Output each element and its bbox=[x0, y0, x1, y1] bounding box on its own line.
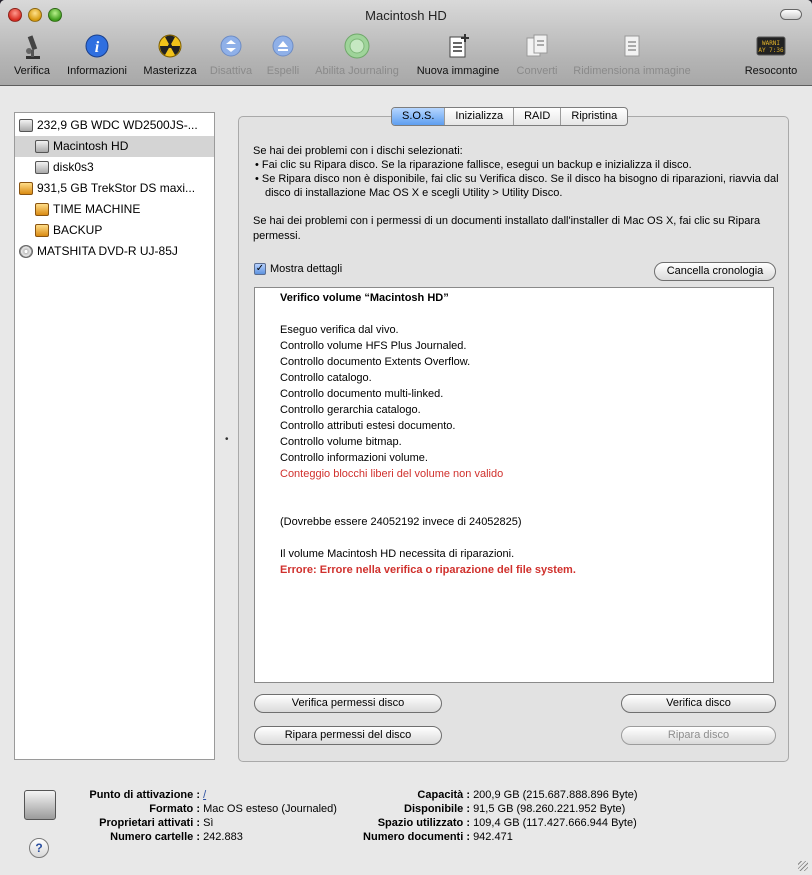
toolbar-disattiva-button[interactable]: Disattiva bbox=[206, 30, 256, 82]
disk-utility-window: Macintosh HD Verifica i Informazioni Mas… bbox=[0, 0, 812, 875]
toolbar-masterizza-button[interactable]: Masterizza bbox=[136, 30, 204, 82]
sidebar-item-backup[interactable]: BACKUP bbox=[15, 220, 214, 241]
unmount-icon bbox=[216, 32, 246, 60]
log-line: Controllo volume HFS Plus Journaled. bbox=[280, 340, 467, 352]
permissions-instructions: Se hai dei problemi con i permessi di un… bbox=[253, 215, 761, 242]
optical-drive-icon bbox=[19, 245, 33, 258]
split-view-handle[interactable]: • bbox=[225, 434, 229, 445]
instructions-bullet-repair: • Fai clic su Ripara disco. Se la ripara… bbox=[255, 159, 692, 171]
log-line: Controllo informazioni volume. bbox=[280, 452, 428, 464]
sidebar-item-macintosh-hd[interactable]: Macintosh HD bbox=[15, 136, 214, 157]
toolbar-resoconto-button[interactable]: WARNI AY 7:36 Resoconto bbox=[740, 30, 802, 82]
mount-point-link[interactable]: / bbox=[203, 789, 206, 801]
show-details-label: Mostra dettagli bbox=[270, 263, 343, 275]
sidebar-item-disk0s3[interactable]: disk0s3 bbox=[15, 157, 214, 178]
info-used: Spazio utilizzato : 109,4 GB (117.427.66… bbox=[377, 817, 637, 829]
svg-text:WARNI: WARNI bbox=[762, 40, 780, 47]
log-line: (Dovrebbe essere 24052192 invece di 2405… bbox=[280, 516, 522, 528]
log-line: Errore: Errore nella verifica o riparazi… bbox=[280, 564, 576, 576]
resize-image-icon bbox=[617, 32, 647, 60]
tab-inizializza[interactable]: Inizializza bbox=[444, 108, 513, 125]
toolbar: Verifica i Informazioni Masterizza Disat… bbox=[0, 30, 812, 82]
window-title: Macintosh HD bbox=[365, 8, 447, 23]
toolbar-nuova-immagine-button[interactable]: Nuova immagine bbox=[410, 30, 506, 82]
info-capacity: Capacità : 200,9 GB (215.687.888.896 Byt… bbox=[417, 789, 638, 801]
toolbar-converti-button[interactable]: Converti bbox=[510, 30, 564, 82]
toolbar-ridimensiona-immagine-button[interactable]: Ridimensiona immagine bbox=[566, 30, 698, 82]
toolbar-toggle-button[interactable] bbox=[780, 9, 802, 20]
log-icon: WARNI AY 7:36 bbox=[756, 32, 786, 60]
sidebar-item-wdc-disk[interactable]: 232,9 GB WDC WD2500JS-... bbox=[15, 115, 214, 136]
sidebar-item-time-machine[interactable]: TIME MACHINE bbox=[15, 199, 214, 220]
repair-permissions-button[interactable]: Ripara permessi del disco bbox=[254, 726, 442, 745]
log-line: Conteggio blocchi liberi del volume non … bbox=[280, 468, 504, 480]
hard-disk-icon bbox=[35, 140, 49, 153]
convert-icon bbox=[522, 32, 552, 60]
tab-bar: S.O.S. Inizializza RAID Ripristina bbox=[391, 107, 629, 126]
external-disk-icon bbox=[35, 224, 49, 237]
repair-disk-button[interactable]: Ripara disco bbox=[621, 726, 776, 745]
log-line: Verifico volume “Macintosh HD” bbox=[280, 292, 449, 304]
microscope-icon bbox=[17, 32, 47, 60]
title-toolbar: Macintosh HD Verifica i Informazioni Mas… bbox=[0, 0, 812, 86]
tab-sos[interactable]: S.O.S. bbox=[392, 108, 445, 125]
svg-text:AY 7:36: AY 7:36 bbox=[758, 47, 784, 54]
sidebar-item-trekstor-disk[interactable]: 931,5 GB TrekStor DS maxi... bbox=[15, 178, 214, 199]
log-line: Controllo documento Extents Overflow. bbox=[280, 356, 471, 368]
log-line: Eseguo verifica dal vivo. bbox=[280, 324, 399, 336]
external-disk-icon bbox=[35, 203, 49, 216]
journaling-icon bbox=[342, 32, 372, 60]
toolbar-verifica-button[interactable]: Verifica bbox=[2, 30, 62, 82]
volume-disk-icon bbox=[24, 790, 56, 820]
tab-ripristina[interactable]: Ripristina bbox=[560, 108, 627, 125]
resize-grip[interactable] bbox=[798, 861, 808, 871]
sos-instructions: Se hai dei problemi con i dischi selezio… bbox=[253, 144, 783, 200]
hard-disk-icon bbox=[19, 119, 33, 132]
sidebar-item-dvd-drive[interactable]: MATSHITA DVD-R UJ-85J bbox=[15, 241, 214, 262]
info-format: Formato : Mac OS esteso (Journaled) bbox=[149, 803, 337, 815]
info-available: Disponibile : 91,5 GB (98.260.221.952 By… bbox=[404, 803, 626, 815]
toolbar-abilita-journaling-button[interactable]: Abilita Journaling bbox=[308, 30, 406, 82]
info-icon: i bbox=[82, 32, 112, 60]
log-line: Controllo catalogo. bbox=[280, 372, 372, 384]
hard-disk-icon bbox=[35, 161, 49, 174]
disk-list: 232,9 GB WDC WD2500JS-... Macintosh HD d… bbox=[14, 112, 215, 760]
verify-disk-button[interactable]: Verifica disco bbox=[621, 694, 776, 713]
tab-raid[interactable]: RAID bbox=[513, 108, 560, 125]
toolbar-informazioni-button[interactable]: i Informazioni bbox=[60, 30, 134, 82]
log-line: Controllo gerarchia catalogo. bbox=[280, 404, 421, 416]
info-owners: Proprietari attivati : Sì bbox=[99, 817, 214, 829]
toolbar-espelli-button[interactable]: Espelli bbox=[260, 30, 306, 82]
checkmark-icon: ✓ bbox=[254, 263, 266, 275]
log-line: Controllo volume bitmap. bbox=[280, 436, 402, 448]
help-button[interactable]: ? bbox=[29, 838, 49, 858]
log-line: Controllo attributi estesi documento. bbox=[280, 420, 456, 432]
clear-history-button[interactable]: Cancella cronologia bbox=[654, 262, 776, 281]
burn-icon bbox=[155, 32, 185, 60]
instructions-heading: Se hai dei problemi con i dischi selezio… bbox=[253, 145, 463, 157]
new-image-icon bbox=[443, 32, 473, 60]
info-folder-count: Numero cartelle : 242.883 bbox=[110, 831, 243, 843]
log-line: Controllo documento multi-linked. bbox=[280, 388, 444, 400]
verify-permissions-button[interactable]: Verifica permessi disco bbox=[254, 694, 442, 713]
info-file-count: Numero documenti : 942.471 bbox=[363, 831, 513, 843]
show-details-checkbox[interactable]: ✓ Mostra dettagli bbox=[254, 263, 342, 275]
verification-log: Verifico volume “Macintosh HD” Eseguo ver… bbox=[254, 287, 774, 683]
svg-text:i: i bbox=[95, 39, 100, 56]
log-line: Il volume Macintosh HD necessita di ripa… bbox=[280, 548, 515, 560]
instructions-bullet-verify: • Se Ripara disco non è disponibile, fai… bbox=[255, 173, 779, 199]
external-disk-icon bbox=[19, 182, 33, 195]
info-mount-point: Punto di attivazione : / bbox=[89, 789, 207, 801]
volume-info: ? Punto di attivazione : / Formato : Mac… bbox=[0, 768, 812, 875]
eject-icon bbox=[268, 32, 298, 60]
